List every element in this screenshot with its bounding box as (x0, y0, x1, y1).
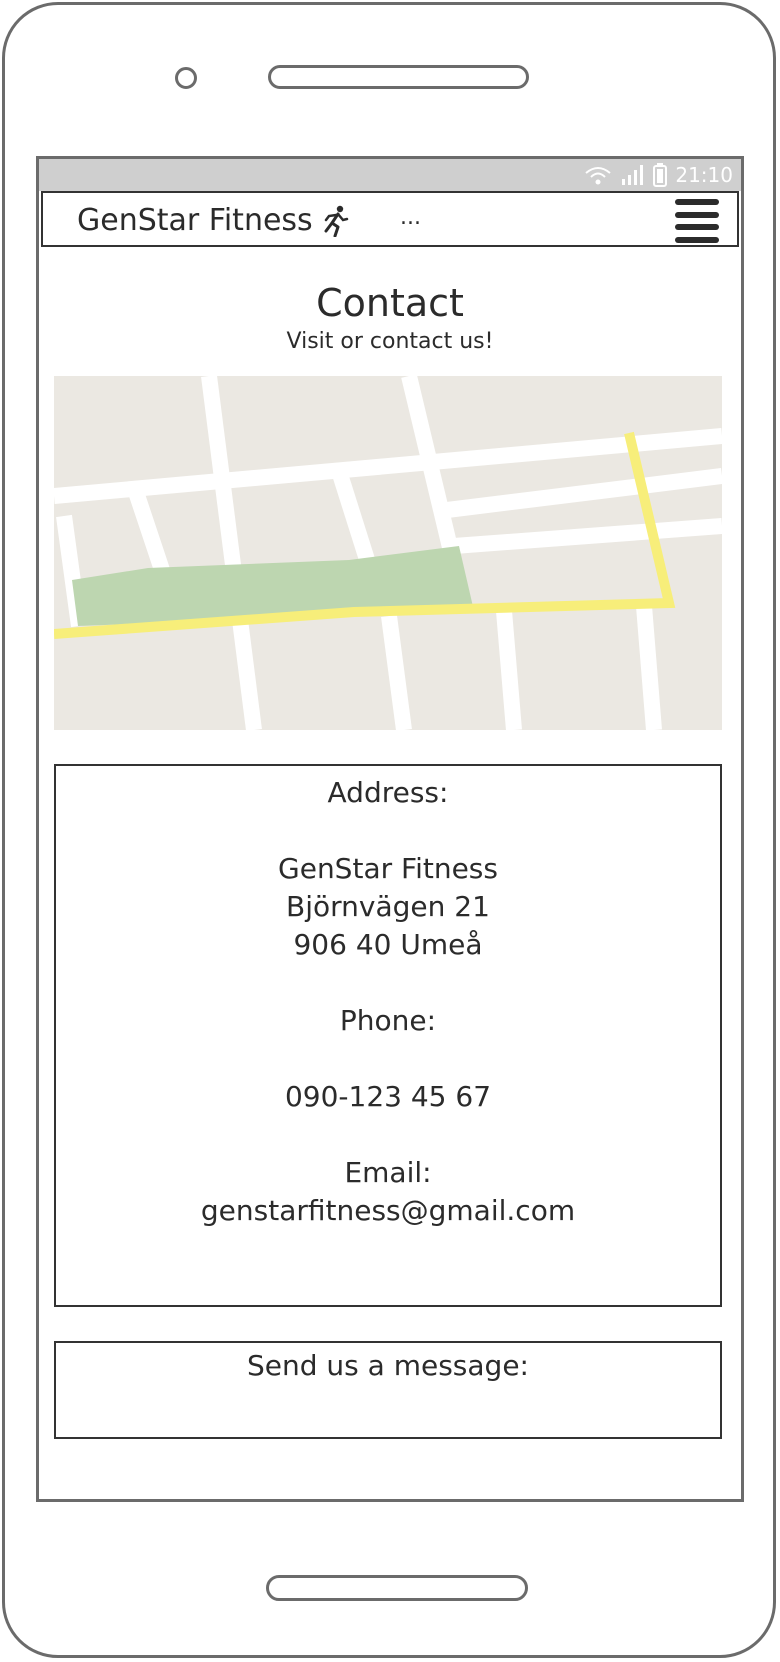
speaker-grille (268, 65, 529, 89)
camera-icon (175, 67, 197, 89)
home-button[interactable] (266, 1575, 528, 1601)
address-city: 906 40 Umeå (293, 928, 483, 961)
battery-icon (653, 163, 668, 187)
map[interactable] (54, 376, 722, 730)
wifi-icon (585, 167, 611, 185)
phone-number[interactable]: 090-123 45 67 (56, 1078, 720, 1116)
brand[interactable]: GenStar Fitness (77, 203, 349, 238)
email-label: Email: (344, 1156, 432, 1189)
app-screen: 21:10 GenStar Fitness ... Contact Visit … (36, 156, 744, 1502)
message-box[interactable]: Send us a message: (54, 1341, 722, 1439)
address-street: Björnvägen 21 (286, 890, 490, 923)
address-label: Address: (327, 776, 449, 809)
signal-icon (622, 165, 644, 185)
overflow-ellipsis[interactable]: ... (400, 205, 421, 230)
phone-label: Phone: (339, 1004, 437, 1037)
email-address[interactable]: genstarfitness@gmail.com (56, 1192, 720, 1230)
page-subtitle: Visit or contact us! (286, 329, 494, 354)
contact-info-box: Address: GenStar Fitness Björnvägen 21 9… (54, 764, 722, 1307)
address-name: GenStar Fitness (278, 852, 498, 885)
message-label: Send us a message: (247, 1349, 529, 1382)
top-navbar: GenStar Fitness ... (41, 191, 739, 247)
page-title: Contact (316, 281, 464, 325)
status-bar: 21:10 (39, 159, 741, 191)
running-person-icon (324, 205, 348, 237)
hamburger-menu-icon[interactable] (675, 199, 719, 243)
status-time: 21:10 (675, 163, 733, 187)
brand-name: GenStar Fitness (77, 203, 313, 238)
